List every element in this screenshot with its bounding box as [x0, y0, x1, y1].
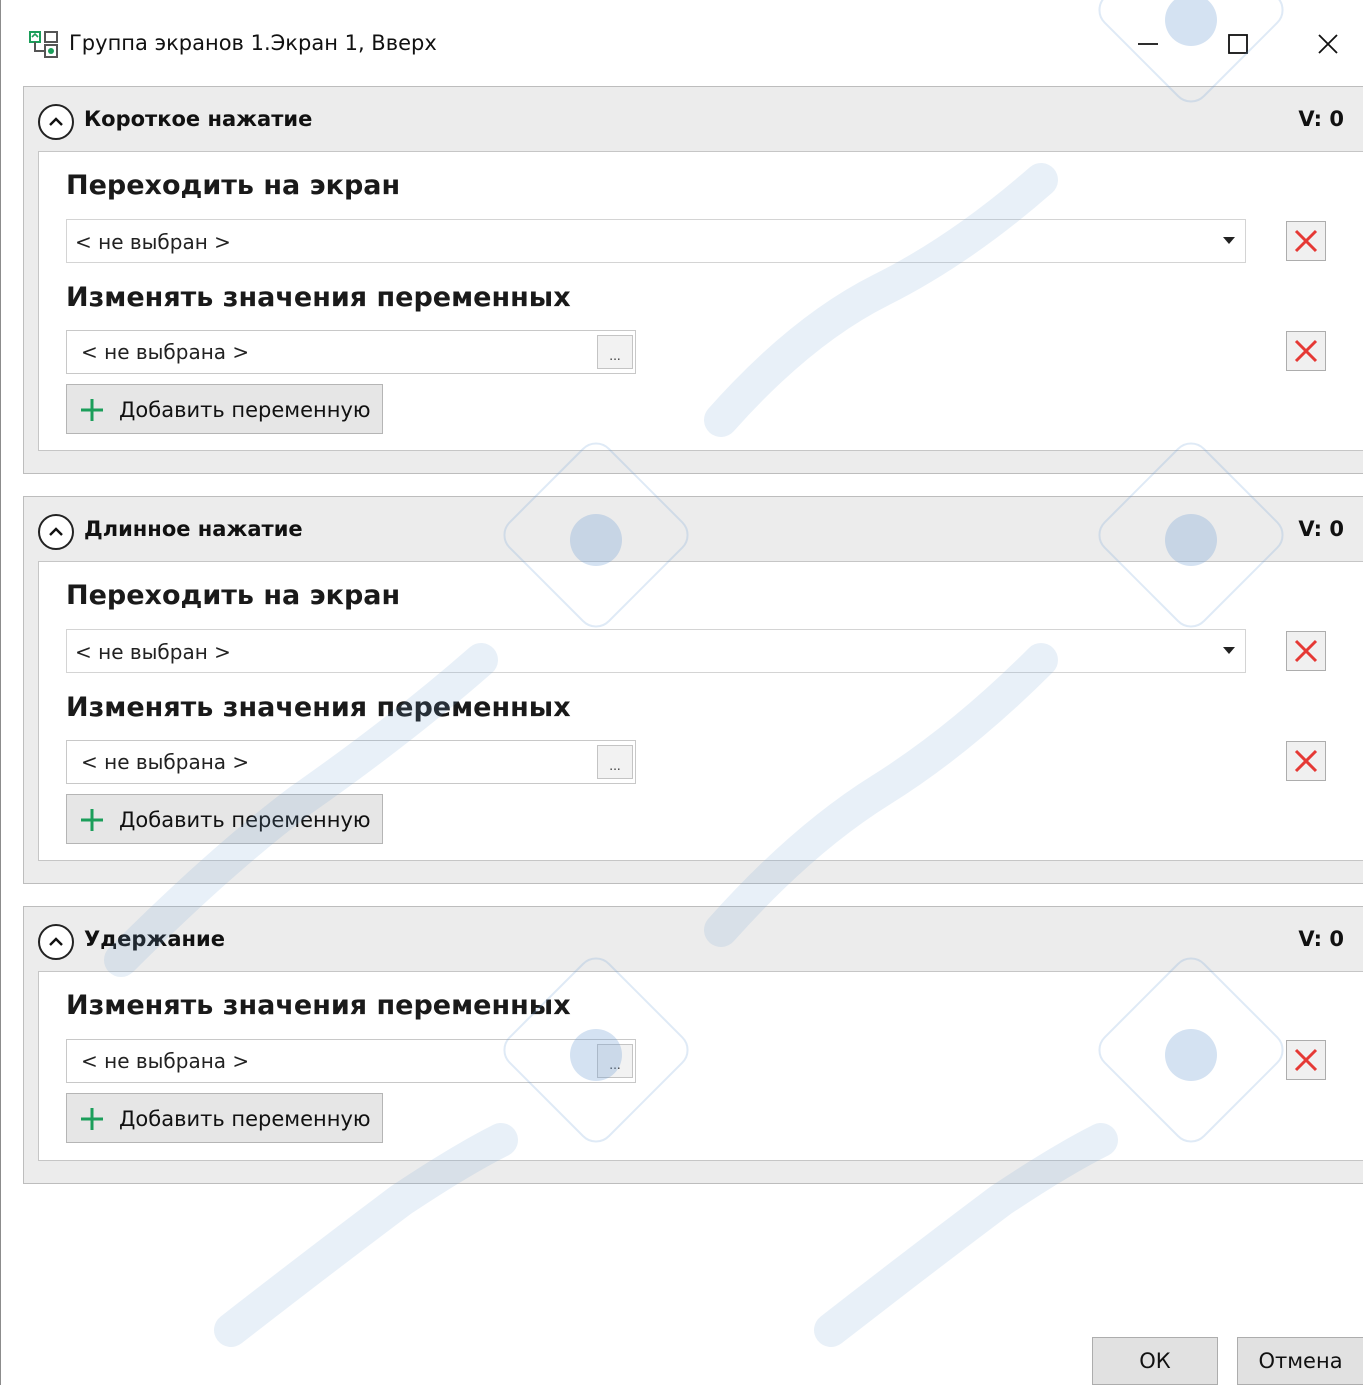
minimize-icon	[1138, 43, 1158, 45]
section-header: Удержание V: 0	[24, 907, 1363, 971]
variable-field[interactable]: < не выбрана > ...	[66, 330, 636, 374]
delete-goto-button[interactable]	[1286, 221, 1326, 261]
delete-goto-button[interactable]	[1286, 631, 1326, 671]
section-title: Короткое нажатие	[84, 107, 313, 131]
maximize-button[interactable]	[1193, 0, 1283, 88]
chevron-up-icon	[49, 527, 63, 536]
browse-button[interactable]: ...	[597, 745, 633, 779]
variable-value: < не выбрана >	[81, 340, 250, 364]
caret-down-icon	[1223, 237, 1235, 244]
variable-value: < не выбрана >	[81, 750, 250, 774]
chevron-up-icon	[49, 117, 63, 126]
window-title: Группа экранов 1.Экран 1, Вверх	[69, 31, 437, 55]
plus-icon	[81, 809, 103, 831]
browse-button[interactable]: ...	[597, 1044, 633, 1078]
section-value: V: 0	[1298, 927, 1344, 951]
goto-screen-dropdown[interactable]: < не выбран >	[66, 219, 1246, 263]
close-icon	[1318, 34, 1338, 54]
plus-icon	[81, 1108, 103, 1130]
browse-button[interactable]: ...	[597, 335, 633, 369]
section-title: Удержание	[84, 927, 225, 951]
section-body: Переходить на экран < не выбран > Изменя…	[38, 561, 1363, 861]
close-x-icon	[1294, 229, 1318, 253]
variable-field[interactable]: < не выбрана > ...	[66, 1039, 636, 1083]
goto-screen-label: Переходить на экран	[66, 170, 401, 201]
add-variable-label: Добавить переменную	[119, 1107, 371, 1131]
delete-variable-button[interactable]	[1286, 331, 1326, 371]
section-short-press: Короткое нажатие V: 0 Переходить на экра…	[23, 86, 1363, 474]
variable-value: < не выбрана >	[81, 1049, 250, 1073]
close-x-icon	[1294, 339, 1318, 363]
add-variable-button[interactable]: Добавить переменную	[66, 384, 383, 434]
section-value: V: 0	[1298, 107, 1344, 131]
change-vars-label: Изменять значения переменных	[66, 282, 571, 313]
dropdown-value: < не выбран >	[75, 640, 231, 664]
add-variable-button[interactable]: Добавить переменную	[66, 1093, 383, 1143]
maximize-icon	[1228, 34, 1248, 54]
add-variable-button[interactable]: Добавить переменную	[66, 794, 383, 844]
goto-screen-dropdown[interactable]: < не выбран >	[66, 629, 1246, 673]
chevron-up-icon	[49, 937, 63, 946]
section-body: Переходить на экран < не выбран > Изменя…	[38, 151, 1363, 451]
section-value: V: 0	[1298, 517, 1344, 541]
collapse-button[interactable]	[38, 104, 74, 140]
title-bar: Группа экранов 1.Экран 1, Вверх	[1, 0, 1363, 88]
ok-button[interactable]: ОК	[1092, 1337, 1218, 1385]
minimize-button[interactable]	[1103, 0, 1193, 88]
section-body: Изменять значения переменных < не выбран…	[38, 971, 1363, 1161]
close-x-icon	[1294, 639, 1318, 663]
collapse-button[interactable]	[38, 514, 74, 550]
section-title: Длинное нажатие	[84, 517, 303, 541]
section-long-press: Длинное нажатие V: 0 Переходить на экран…	[23, 496, 1363, 884]
close-x-icon	[1294, 1048, 1318, 1072]
cancel-button[interactable]: Отмена	[1237, 1337, 1363, 1385]
caret-down-icon	[1223, 647, 1235, 654]
add-variable-label: Добавить переменную	[119, 808, 371, 832]
section-header: Короткое нажатие V: 0	[24, 87, 1363, 151]
close-button[interactable]	[1283, 0, 1363, 88]
add-variable-label: Добавить переменную	[119, 398, 371, 422]
variable-field[interactable]: < не выбрана > ...	[66, 740, 636, 784]
section-hold: Удержание V: 0 Изменять значения перемен…	[23, 906, 1363, 1184]
dialog-window: Группа экранов 1.Экран 1, Вверх Короткое…	[0, 0, 1363, 1385]
plus-icon	[81, 399, 103, 421]
screen-group-icon	[29, 30, 59, 60]
delete-variable-button[interactable]	[1286, 741, 1326, 781]
change-vars-label: Изменять значения переменных	[66, 692, 571, 723]
dropdown-value: < не выбран >	[75, 230, 231, 254]
close-x-icon	[1294, 749, 1318, 773]
delete-variable-button[interactable]	[1286, 1040, 1326, 1080]
collapse-button[interactable]	[38, 924, 74, 960]
change-vars-label: Изменять значения переменных	[66, 990, 571, 1021]
goto-screen-label: Переходить на экран	[66, 580, 401, 611]
section-header: Длинное нажатие V: 0	[24, 497, 1363, 561]
